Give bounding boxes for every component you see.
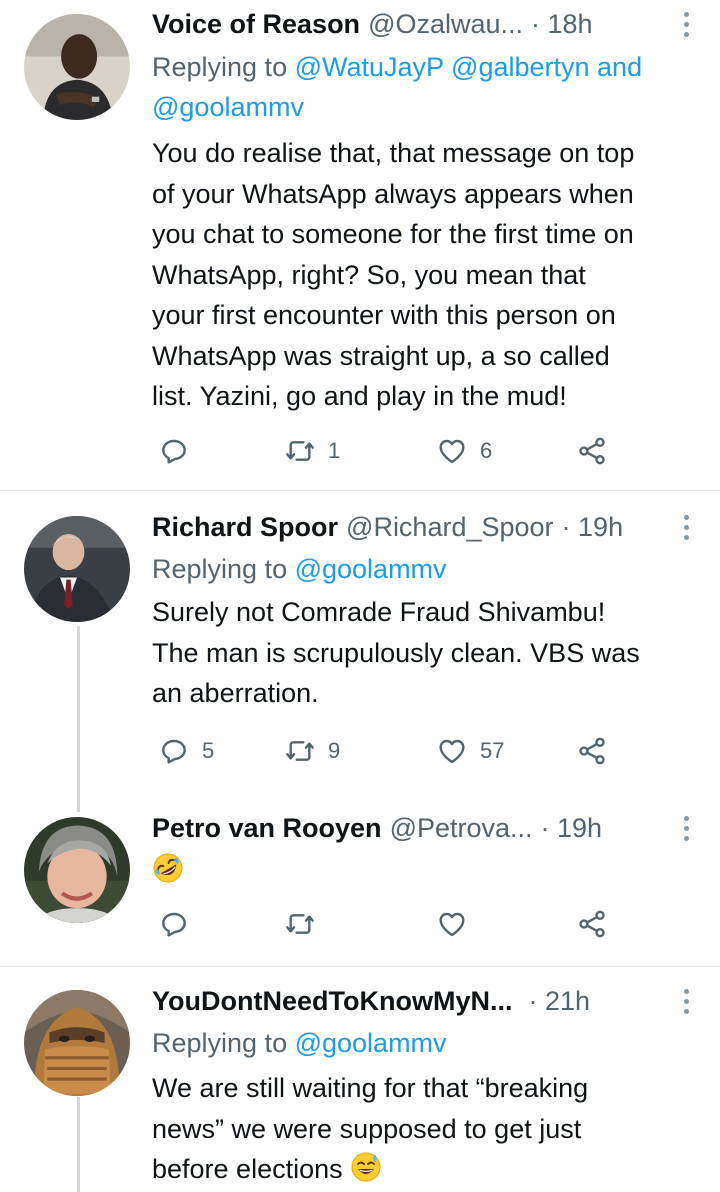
tweet-header: YouDontNeedToKnowMyN... · 21h (152, 981, 696, 1021)
like-button[interactable]: 6 (436, 431, 492, 471)
more-options-icon[interactable] (676, 986, 696, 1016)
heart-icon (439, 739, 465, 764)
retweet-button[interactable]: 1 (284, 431, 340, 471)
share-button[interactable] (576, 731, 608, 771)
tweet-text-line: before elections (152, 1154, 343, 1184)
tweet-time[interactable]: · 21h (528, 986, 590, 1017)
reply-mentions[interactable]: @WatuJayP @galbertyn and (295, 52, 643, 82)
avatar[interactable] (24, 14, 130, 120)
tweet-text-line: an aberration. (152, 678, 319, 708)
rolling-on-floor-laughing-emoji (152, 852, 184, 884)
tweet-text: We are still waiting for that “breaking … (152, 1068, 696, 1190)
avatar[interactable] (24, 817, 130, 923)
reply-icon (162, 439, 186, 464)
tweet-text-line: You do realise that, that message on top (152, 138, 635, 168)
tweet-text-line: news” we were supposed to get just (152, 1113, 582, 1144)
share-icon (579, 437, 605, 465)
tweet-text-line: WhatsApp, right? So, you mean that (152, 259, 586, 290)
avatar-photo (24, 14, 130, 120)
like-button[interactable]: 57 (436, 731, 504, 771)
more-options-icon[interactable] (676, 9, 696, 39)
tweet-voice-of-reason[interactable]: Voice of Reason @Ozalwau... · 18h Replyi… (0, 0, 720, 490)
avatar-photo (24, 817, 130, 923)
author-handle[interactable]: @Richard_Spoor (346, 512, 554, 543)
tweet-text-line: list. Yazini, go and play in the mud! (152, 381, 567, 411)
avatar[interactable] (24, 990, 130, 1096)
reply-button[interactable] (158, 904, 202, 944)
like-count: 6 (480, 438, 493, 463)
like-button[interactable] (436, 904, 480, 944)
author-name[interactable]: Petro van Rooyen (152, 813, 382, 844)
retweet-count: 9 (328, 738, 341, 763)
tweet-actions: 5 9 57 (152, 731, 632, 771)
reply-mention[interactable]: @goolammv (295, 1028, 447, 1058)
tweet-richard-spoor[interactable]: Richard Spoor @Richard_Spoor · 19h Reply… (0, 491, 720, 781)
more-options-icon[interactable] (676, 813, 696, 843)
reply-button[interactable]: 5 (158, 731, 214, 771)
avatar[interactable] (24, 516, 130, 622)
tweet-text-line: of your WhatsApp always appears when (152, 178, 634, 209)
tweet-petro-van-rooyen[interactable]: Petro van Rooyen @Petrova... · 19h (0, 790, 720, 966)
tweet-text: Surely not Comrade Fraud Shivambu! The m… (152, 592, 696, 714)
share-button[interactable] (576, 904, 608, 944)
author-handle[interactable]: @Petrova... (390, 813, 533, 844)
tweet-text-line: The man is scrupulously clean. VBS was (152, 637, 640, 668)
more-options-icon[interactable] (676, 512, 696, 542)
tweet-header: Richard Spoor @Richard_Spoor · 19h (152, 507, 696, 547)
tweet-actions: 1 6 (152, 431, 632, 471)
replying-to: Replying to @WatuJayP @galbertyn and @go… (152, 47, 696, 127)
heart-icon (439, 439, 465, 464)
replying-to-label: Replying to (152, 52, 295, 82)
tweet-actions (152, 904, 632, 944)
author-name[interactable]: Richard Spoor (152, 512, 338, 543)
grinning-sweat-emoji (350, 1151, 382, 1183)
replying-to-label: Replying to (152, 1028, 295, 1058)
share-icon (579, 910, 605, 938)
retweet-count: 1 (328, 438, 341, 463)
tweet-time[interactable]: · 18h (531, 9, 593, 40)
retweet-icon (286, 914, 314, 934)
reply-button[interactable] (158, 431, 202, 471)
like-count: 57 (480, 738, 505, 763)
tweet-text-line: We are still waiting for that “breaking (152, 1073, 589, 1103)
author-name[interactable]: YouDontNeedToKnowMyN... (152, 986, 512, 1017)
author-name[interactable]: Voice of Reason (152, 9, 360, 40)
heart-icon (439, 912, 465, 937)
avatar-photo (24, 990, 130, 1096)
tweet-time[interactable]: · 19h (562, 512, 624, 543)
tweet-text-line: your first encounter with this person on (152, 300, 616, 330)
reply-count: 5 (202, 738, 215, 763)
avatar-photo (24, 516, 130, 622)
share-icon (579, 737, 605, 765)
tweet-text-line: Surely not Comrade Fraud Shivambu! (152, 597, 606, 627)
tweet-text-line: WhatsApp was straight up, a so called (152, 340, 610, 371)
reply-icon (162, 739, 186, 764)
replying-to: Replying to @goolammv (152, 1023, 696, 1063)
tweet-text-line: you chat to someone for the first time o… (152, 219, 634, 249)
retweet-button[interactable]: 9 (284, 731, 340, 771)
tweet-time[interactable]: · 19h (541, 813, 603, 844)
tweet-text: You do realise that, that message on top… (152, 133, 696, 417)
retweet-icon (286, 741, 314, 761)
reply-mention[interactable]: @goolammv (295, 554, 447, 584)
retweet-icon (286, 441, 314, 461)
share-button[interactable] (576, 431, 608, 471)
reply-mention[interactable]: @goolammv (152, 92, 304, 122)
replying-to: Replying to @goolammv (152, 549, 696, 589)
author-handle[interactable]: @Ozalwau... (368, 9, 523, 40)
tweet-header: Petro van Rooyen @Petrova... · 19h (152, 808, 696, 848)
reply-icon (162, 912, 186, 937)
replying-to-label: Replying to (152, 554, 295, 584)
retweet-button[interactable] (284, 904, 328, 944)
tweet-youdontneedtoknowmyname[interactable]: YouDontNeedToKnowMyN... · 21h Replying t… (0, 967, 720, 1192)
tweet-text (152, 850, 696, 891)
tweet-header: Voice of Reason @Ozalwau... · 18h (152, 4, 696, 44)
